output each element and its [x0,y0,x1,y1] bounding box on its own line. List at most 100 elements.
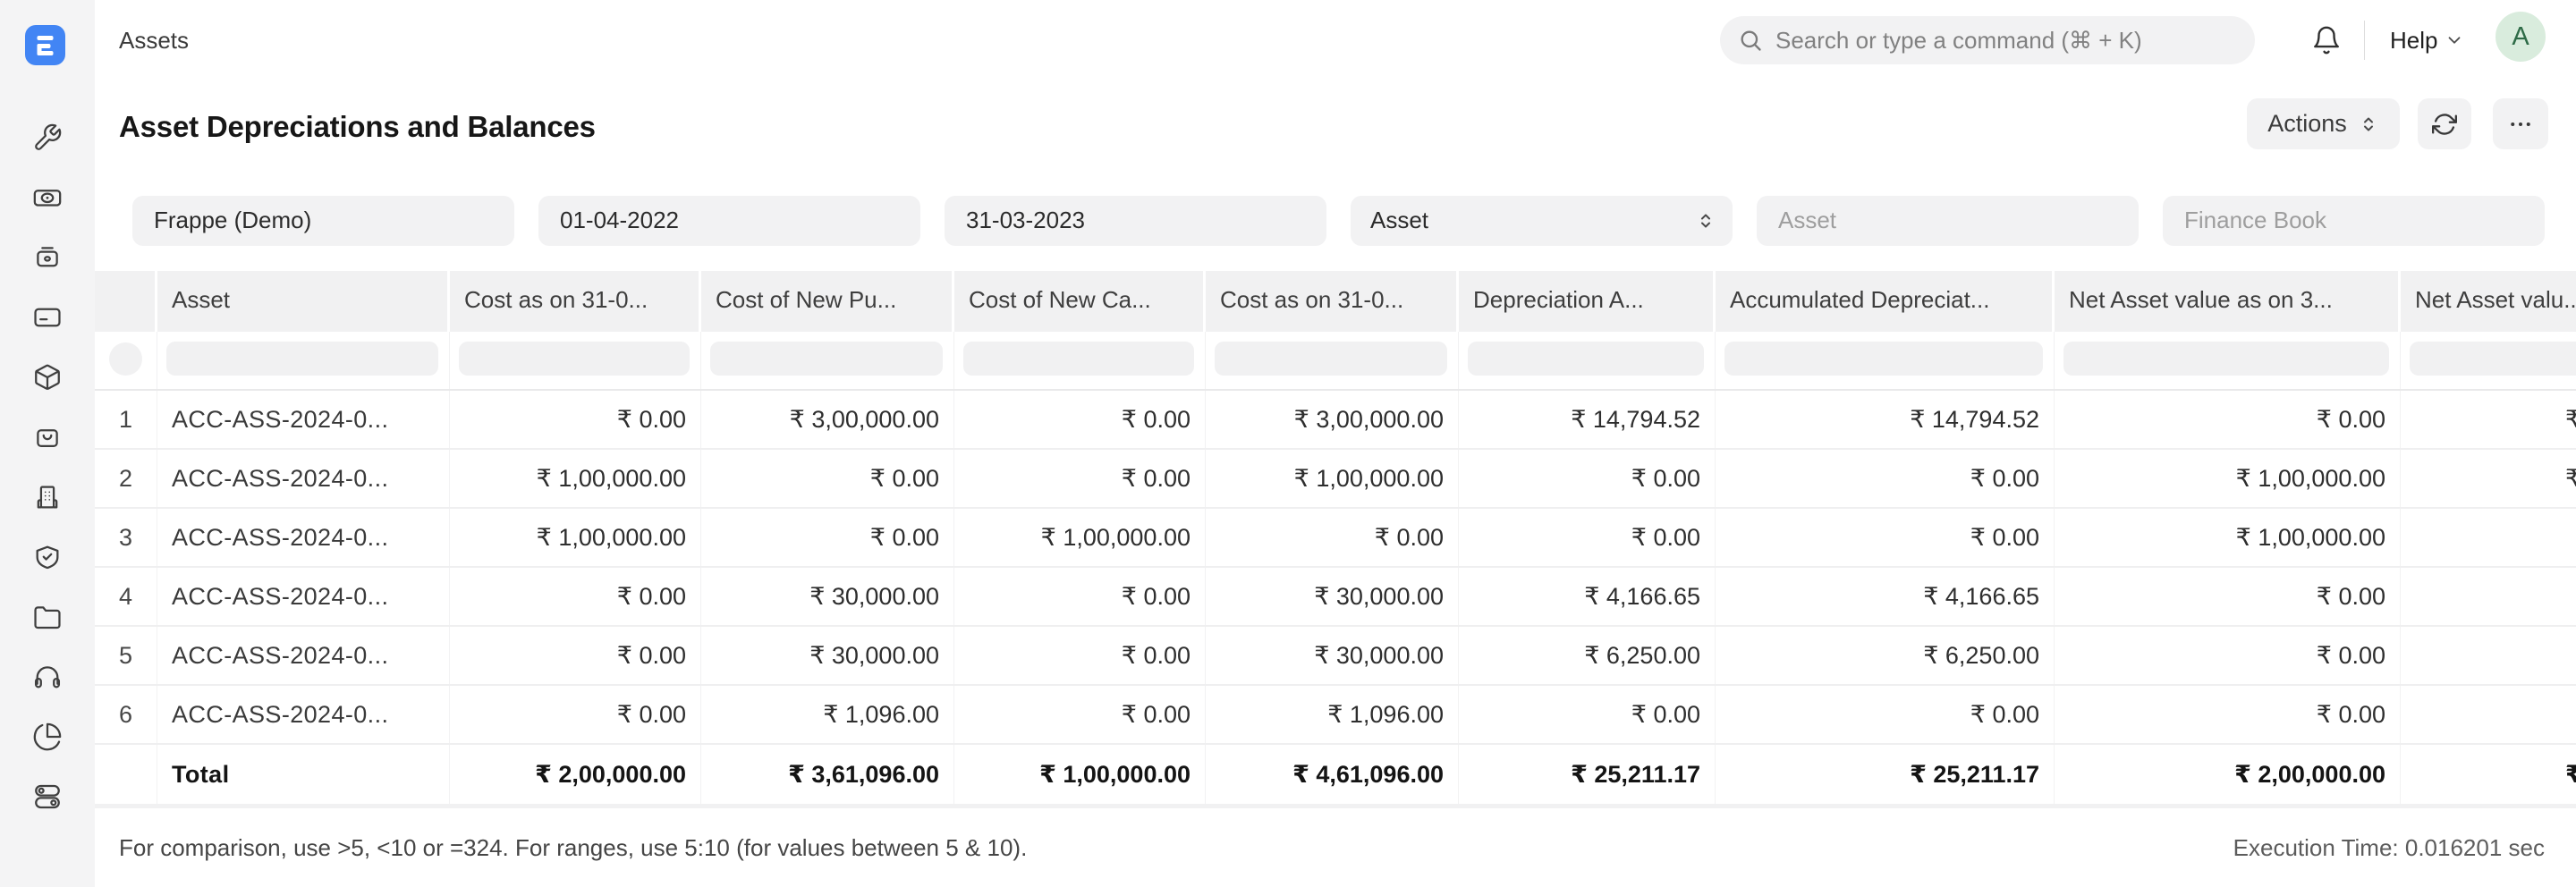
amount-cell[interactable]: ₹ 1,096.00 [1206,686,1459,743]
amount-cell[interactable]: ₹ 0.00 [954,391,1206,448]
amount-cell[interactable]: ₹ 4,166.65 [1459,568,1716,625]
actions-button[interactable]: Actions [2247,98,2400,149]
search-input[interactable] [1774,26,2237,55]
amount-cell[interactable]: ₹ 30,000.00 [1206,568,1459,625]
amount-cell[interactable]: ₹ 0.00 [701,509,954,566]
amount-cell[interactable]: ₹ 1,096.00 [701,686,954,743]
amount-cell[interactable]: ₹ 14,794.52 [1716,391,2055,448]
amount-cell[interactable]: ₹ 0.00 [1206,509,1459,566]
column-filter-input[interactable] [963,342,1194,376]
amount-cell[interactable]: ₹ 0.00 [954,627,1206,684]
column-header[interactable]: Net Asset value as on 3... [2055,271,2401,332]
asset-id-cell[interactable]: ACC-ASS-2024-0... [157,568,450,625]
headphones-icon[interactable] [32,662,63,692]
shopping-bag-icon[interactable] [32,422,63,452]
asset-filter-input[interactable] [1776,206,2123,235]
column-filter-input[interactable] [2063,342,2389,376]
amount-cell[interactable]: ₹ 0.00 [954,686,1206,743]
column-filter-input[interactable] [1468,342,1704,376]
erpnext-logo[interactable] [25,25,65,65]
amount-cell[interactable]: ₹ [2401,391,2576,448]
column-header[interactable]: Cost of New Ca... [954,271,1206,332]
from-date-input[interactable] [558,206,904,235]
amount-cell[interactable]: ₹ 30,000.00 [701,568,954,625]
amount-cell[interactable]: ₹ 0.00 [1459,509,1716,566]
cash-register-icon[interactable] [32,242,63,273]
amount-cell[interactable]: ₹ 0.00 [1716,509,2055,566]
amount-cell[interactable]: ₹ 0.00 [701,450,954,507]
tools-icon[interactable] [32,122,63,153]
amount-cell[interactable]: ₹ 3,00,000.00 [701,391,954,448]
amount-cell[interactable]: ₹ 0.00 [1459,450,1716,507]
shield-check-icon[interactable] [32,542,63,572]
column-filter-input[interactable] [1724,342,2043,376]
amount-cell[interactable]: ₹ 1,00,000.00 [450,509,701,566]
amount-cell[interactable]: ₹ 0.00 [1716,686,2055,743]
column-filter-input[interactable] [166,342,438,376]
column-header[interactable]: Net Asset valu... [2401,271,2576,332]
amount-cell[interactable]: ₹ 0.00 [1716,450,2055,507]
amount-cell[interactable]: ₹ 3,00,000.00 [1206,391,1459,448]
building-icon[interactable] [32,482,63,512]
amount-cell[interactable]: ₹ 14,794.52 [1459,391,1716,448]
column-header[interactable]: Depreciation A... [1459,271,1716,332]
column-header[interactable]: Cost of New Pu... [701,271,954,332]
money-icon[interactable] [32,182,63,213]
refresh-button[interactable] [2418,98,2471,149]
finance-book-filter[interactable] [2163,196,2545,246]
help-menu[interactable]: Help [2390,0,2464,80]
column-header[interactable]: Accumulated Depreciat... [1716,271,2055,332]
amount-cell[interactable]: ₹ 0.00 [954,450,1206,507]
amount-cell[interactable]: ₹ 0.00 [450,627,701,684]
amount-cell[interactable]: ₹ 6,250.00 [1459,627,1716,684]
amount-cell[interactable]: ₹ 0.00 [2055,568,2401,625]
to-date-input[interactable] [964,206,1310,235]
column-filter-input[interactable] [710,342,943,376]
column-filter-input[interactable] [2410,342,2576,376]
amount-cell[interactable]: ₹ 1,00,000.00 [2055,450,2401,507]
amount-cell[interactable]: ₹ 1,00,000.00 [2055,509,2401,566]
column-header[interactable]: Cost as on 31-0... [450,271,701,332]
amount-cell[interactable]: ₹ 0.00 [450,568,701,625]
amount-cell[interactable]: ₹ 0.00 [2055,686,2401,743]
amount-cell[interactable]: ₹ 6,250.00 [1716,627,2055,684]
group-by-select[interactable]: Asset [1351,196,1733,246]
toggles-icon[interactable] [32,781,63,812]
amount-cell[interactable]: ₹ 0.00 [1459,686,1716,743]
company-filter[interactable] [132,196,514,246]
column-header[interactable]: Cost as on 31-0... [1206,271,1459,332]
asset-id-cell[interactable]: ACC-ASS-2024-0... [157,391,450,448]
column-filter-input[interactable] [1215,342,1447,376]
global-search[interactable] [1720,16,2255,64]
pie-chart-icon[interactable] [32,722,63,752]
amount-cell[interactable]: ₹ 0.00 [2055,627,2401,684]
user-avatar[interactable]: A [2496,12,2546,62]
amount-cell[interactable]: ₹ 30,000.00 [701,627,954,684]
amount-cell[interactable] [2401,686,2576,743]
folder-icon[interactable] [32,602,63,632]
amount-cell[interactable]: ₹ [2401,450,2576,507]
asset-id-cell[interactable]: ACC-ASS-2024-0... [157,686,450,743]
more-menu-button[interactable] [2493,98,2548,149]
amount-cell[interactable] [2401,627,2576,684]
asset-id-cell[interactable]: ACC-ASS-2024-0... [157,450,450,507]
amount-cell[interactable]: ₹ 0.00 [450,391,701,448]
amount-cell[interactable]: ₹ 4,166.65 [1716,568,2055,625]
asset-filter[interactable] [1757,196,2139,246]
asset-id-cell[interactable]: ACC-ASS-2024-0... [157,509,450,566]
finance-book-input[interactable] [2182,206,2529,235]
notifications-bell-icon[interactable] [2311,25,2342,55]
package-icon[interactable] [32,362,63,393]
amount-cell[interactable]: ₹ 1,00,000.00 [954,509,1206,566]
amount-cell[interactable]: ₹ 30,000.00 [1206,627,1459,684]
credit-card-icon[interactable] [32,302,63,333]
to-date-filter[interactable] [945,196,1326,246]
amount-cell[interactable]: ₹ 1,00,000.00 [450,450,701,507]
column-filter-input[interactable] [459,342,690,376]
amount-cell[interactable] [2401,568,2576,625]
company-filter-input[interactable] [152,206,498,235]
amount-cell[interactable]: ₹ 0.00 [2055,391,2401,448]
from-date-filter[interactable] [538,196,920,246]
row-filter-circle[interactable] [109,342,142,376]
amount-cell[interactable] [2401,509,2576,566]
